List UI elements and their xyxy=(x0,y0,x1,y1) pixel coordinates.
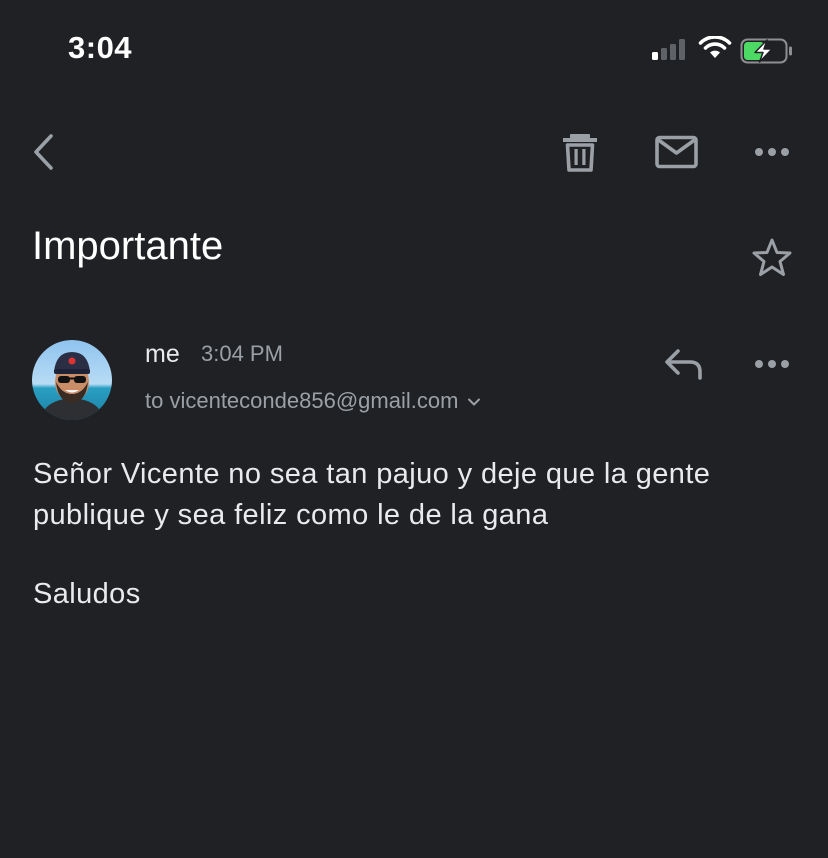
battery-charging-icon xyxy=(740,38,794,69)
reply-icon[interactable] xyxy=(662,346,706,387)
mail-icon[interactable] xyxy=(654,134,700,177)
wifi-icon xyxy=(698,35,732,65)
recipient-text: to vicenteconde856@gmail.com xyxy=(145,388,459,413)
more-horizontal-icon[interactable] xyxy=(752,138,792,171)
more-horizontal-icon[interactable] xyxy=(752,350,792,383)
email-sign-off: Saludos xyxy=(33,578,141,610)
back-chevron-icon[interactable] xyxy=(26,130,62,179)
status-bar-time: 3:04 xyxy=(68,30,133,65)
trash-icon[interactable] xyxy=(558,130,602,179)
recipient-details-toggle[interactable]: to vicenteconde856@gmail.com xyxy=(145,388,482,414)
email-subject: Importante xyxy=(32,224,224,268)
chevron-down-icon xyxy=(466,388,482,414)
star-icon[interactable] xyxy=(750,236,794,285)
sent-time: 3:04 PM xyxy=(201,341,283,366)
cellular-signal-icon xyxy=(652,38,685,60)
sender-avatar[interactable] xyxy=(32,340,112,420)
sender-name[interactable]: me xyxy=(145,340,180,369)
email-body: Señor Vicente no sea tan pajuo y deje qu… xyxy=(33,458,711,531)
